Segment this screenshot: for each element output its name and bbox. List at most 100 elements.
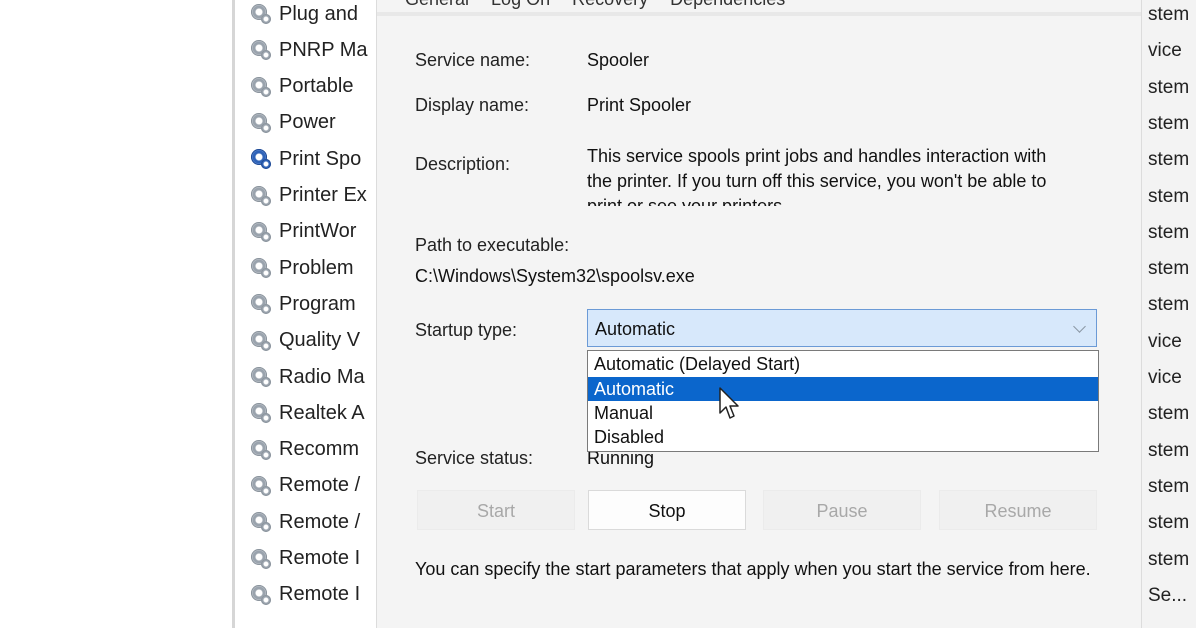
tab-log-on[interactable]: Log On — [491, 0, 550, 12]
service-name: Power — [279, 111, 336, 134]
service-name-value: Spooler — [587, 50, 650, 70]
service-name: Print Spo — [279, 147, 362, 170]
path-value: C:\Windows\System32\spoolsv.exe — [415, 266, 695, 286]
service-name: Plug and — [279, 2, 358, 25]
stop-button[interactable]: Stop — [588, 490, 746, 530]
resume-button[interactable]: Resume — [939, 490, 1097, 530]
service-name: PNRP Ma — [279, 38, 368, 61]
display-name-value: Print Spooler — [587, 95, 692, 115]
service-gear-icon — [249, 401, 273, 425]
path-label: Path to executable: — [415, 235, 570, 255]
tab-recovery[interactable]: Recovery — [572, 0, 648, 12]
service-name: PrintWor — [279, 220, 357, 243]
service-list-item[interactable]: Plug and — [249, 0, 358, 31]
service-name: Problem — [279, 256, 354, 279]
service-list-item[interactable]: Remote / — [249, 469, 360, 503]
service-name: Portable — [279, 75, 354, 98]
service-name: Recomm — [279, 438, 360, 461]
log-on-as-cell: stem — [1148, 512, 1190, 534]
service-name: Remote I — [279, 583, 361, 606]
option-automatic[interactable]: Automatic — [588, 377, 1098, 401]
description-label: Description: — [415, 154, 511, 174]
service-gear-icon — [249, 111, 273, 135]
service-gear-icon — [249, 2, 273, 26]
chevron-down-icon — [1073, 320, 1086, 333]
start-button[interactable]: Start — [417, 490, 575, 530]
service-list-item[interactable]: PNRP Ma — [249, 33, 368, 67]
service-list-item[interactable]: Printer Ex — [249, 179, 367, 213]
startup-type-label: Startup type: — [415, 320, 518, 340]
log-on-as-cell: stem — [1148, 185, 1190, 207]
service-gear-icon — [249, 474, 273, 498]
display-name-label: Display name: — [415, 95, 530, 115]
service-name: Printer Ex — [279, 184, 367, 206]
service-list-item[interactable]: Realtek A — [249, 396, 365, 430]
service-status-label: Service status: — [415, 448, 534, 468]
tab-divider — [377, 12, 1141, 16]
service-list-item[interactable]: Portable — [249, 70, 354, 104]
service-name: Remote / — [279, 510, 361, 533]
startup-type-selected: Automatic — [595, 319, 676, 339]
service-name: Remote / — [279, 474, 361, 497]
description-text[interactable]: This service spools print jobs and handl… — [587, 144, 1067, 206]
log-on-as-cell: vice — [1148, 330, 1182, 352]
tab-bar: General Log On Recovery Dependencies — [377, 0, 1169, 12]
service-gear-icon — [249, 38, 273, 62]
service-properties-dialog: General Log On Recovery Dependencies Ser… — [376, 0, 1142, 628]
log-on-as-cell: stem — [1148, 294, 1190, 316]
log-on-as-column: stem vice stem stem stem stem stem stem stem vice… — [1140, 0, 1196, 628]
start-parameters-hint: You can specify the start parameters tha… — [415, 559, 1091, 579]
service-name: Remote I — [279, 547, 361, 569]
startup-type-select[interactable]: Automatic — [587, 309, 1097, 347]
service-list-item[interactable]: Problem — [249, 251, 353, 285]
service-gear-icon — [249, 75, 273, 99]
log-on-as-cell: stem — [1148, 439, 1190, 461]
log-on-as-cell: stem — [1148, 548, 1190, 570]
log-on-as-cell: vice — [1148, 367, 1182, 388]
service-gear-icon — [249, 583, 273, 607]
log-on-as-cell: stem — [1148, 112, 1190, 134]
service-gear-icon — [249, 510, 273, 534]
log-on-as-cell: stem — [1148, 221, 1190, 243]
service-list-item[interactable]: Radio Ma — [249, 360, 365, 394]
service-gear-icon — [249, 256, 273, 280]
log-on-as-cell: stem — [1148, 149, 1190, 171]
service-list-item[interactable]: Remote I — [249, 578, 360, 612]
log-on-as-cell: stem — [1148, 258, 1190, 280]
service-gear-icon — [249, 438, 273, 462]
pause-button[interactable]: Pause — [763, 490, 921, 530]
service-gear-icon — [249, 184, 273, 208]
service-list-item[interactable]: Remote / — [249, 505, 360, 539]
service-list-item[interactable]: Quality V — [249, 324, 360, 358]
startup-type-dropdown: Automatic (Delayed Start) Automatic Manu… — [587, 350, 1099, 452]
option-automatic-delayed[interactable]: Automatic (Delayed Start) — [588, 352, 1098, 376]
log-on-as-cell: vice — [1148, 40, 1182, 62]
log-on-as-cell: stem — [1148, 475, 1190, 497]
service-list-item[interactable]: Recomm — [249, 433, 359, 467]
option-manual[interactable]: Manual — [588, 401, 1098, 425]
service-name: Radio Ma — [279, 365, 365, 388]
services-list: Plug and PNRP Ma Portable Power Print Spo Pri… — [232, 0, 385, 628]
service-gear-icon — [249, 292, 273, 316]
service-name: Realtek A — [279, 401, 365, 424]
tab-general[interactable]: General — [405, 0, 469, 12]
service-gear-icon — [249, 220, 273, 244]
service-list-item[interactable]: Remote I — [249, 542, 360, 576]
option-disabled[interactable]: Disabled — [588, 425, 1098, 449]
service-list-item[interactable]: Program — [249, 287, 356, 321]
service-list-item[interactable]: Power — [249, 106, 336, 140]
log-on-as-cell: stem — [1148, 76, 1190, 98]
service-list-item[interactable]: PrintWor — [249, 215, 356, 249]
tab-dependencies[interactable]: Dependencies — [670, 0, 785, 12]
mouse-cursor-icon — [719, 387, 739, 419]
log-on-as-cell: Se... — [1148, 584, 1188, 606]
service-name-label: Service name: — [415, 50, 531, 70]
service-gear-icon — [249, 329, 273, 353]
service-gear-icon — [249, 147, 273, 171]
service-name: Quality V — [279, 329, 361, 352]
log-on-as-cell: stem — [1148, 403, 1190, 425]
service-list-item[interactable]: Print Spo — [249, 142, 361, 176]
service-gear-icon — [249, 547, 273, 571]
service-name: Program — [279, 292, 356, 315]
service-gear-icon — [249, 365, 273, 389]
